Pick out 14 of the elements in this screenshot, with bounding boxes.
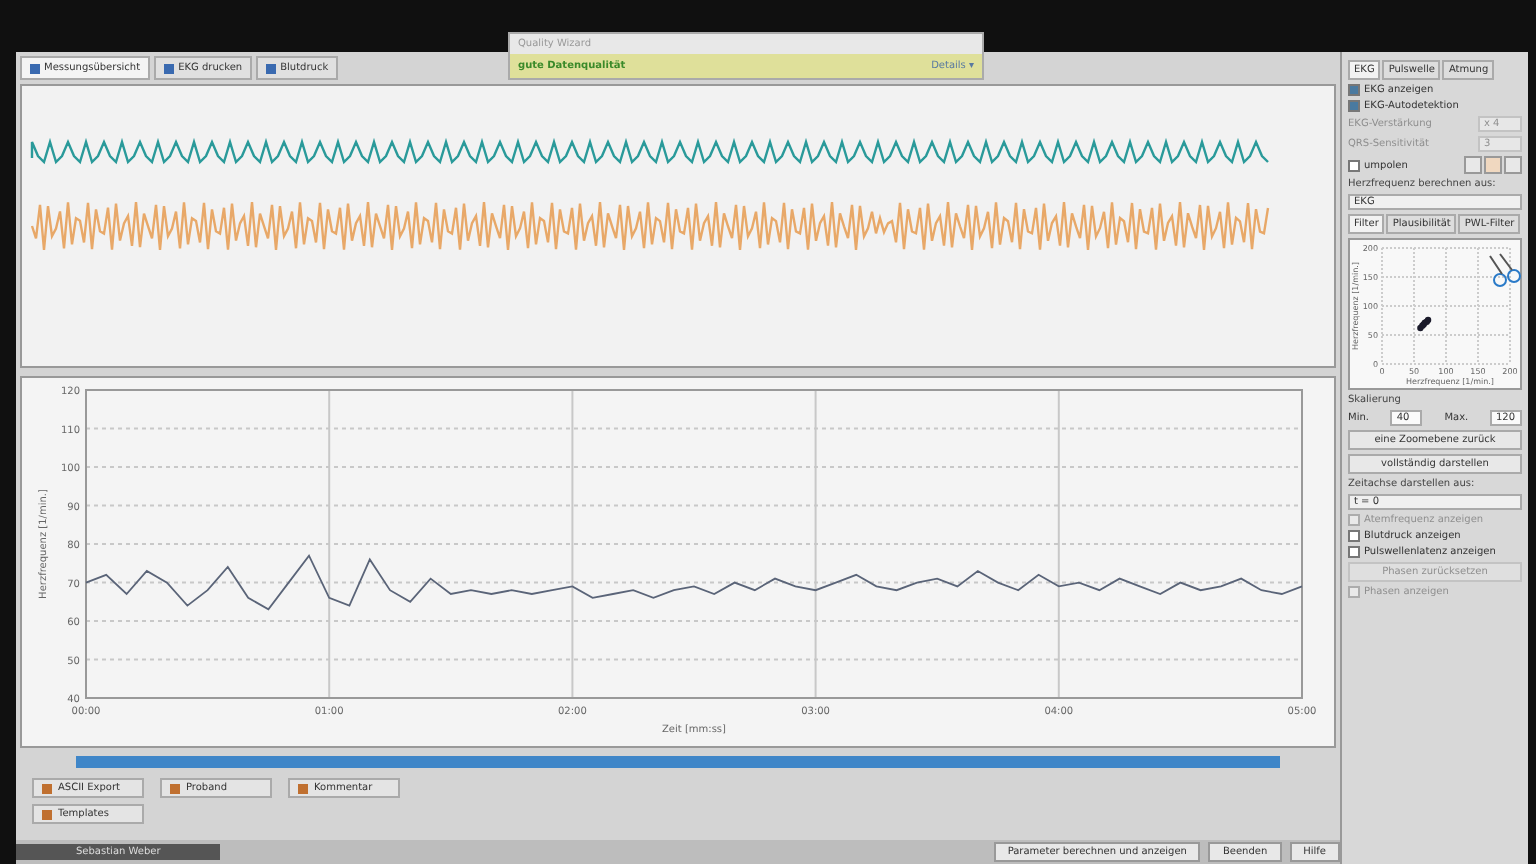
time-scrollbar[interactable]: [76, 756, 1280, 768]
tab-icon: [164, 63, 175, 73]
button-icon: [42, 809, 52, 819]
checkbox[interactable]: [1348, 530, 1360, 542]
scissors-icon[interactable]: [1489, 253, 1521, 287]
button-icon: [170, 783, 180, 793]
checkbox[interactable]: [1348, 546, 1360, 558]
checkbox[interactable]: [1348, 159, 1360, 171]
checkbox[interactable]: [1348, 100, 1360, 112]
checkbox[interactable]: [1348, 84, 1360, 96]
tab-icon: [30, 63, 40, 73]
tab-icon: [266, 63, 277, 73]
button-icon: [298, 783, 308, 793]
button-icon: [42, 783, 52, 793]
